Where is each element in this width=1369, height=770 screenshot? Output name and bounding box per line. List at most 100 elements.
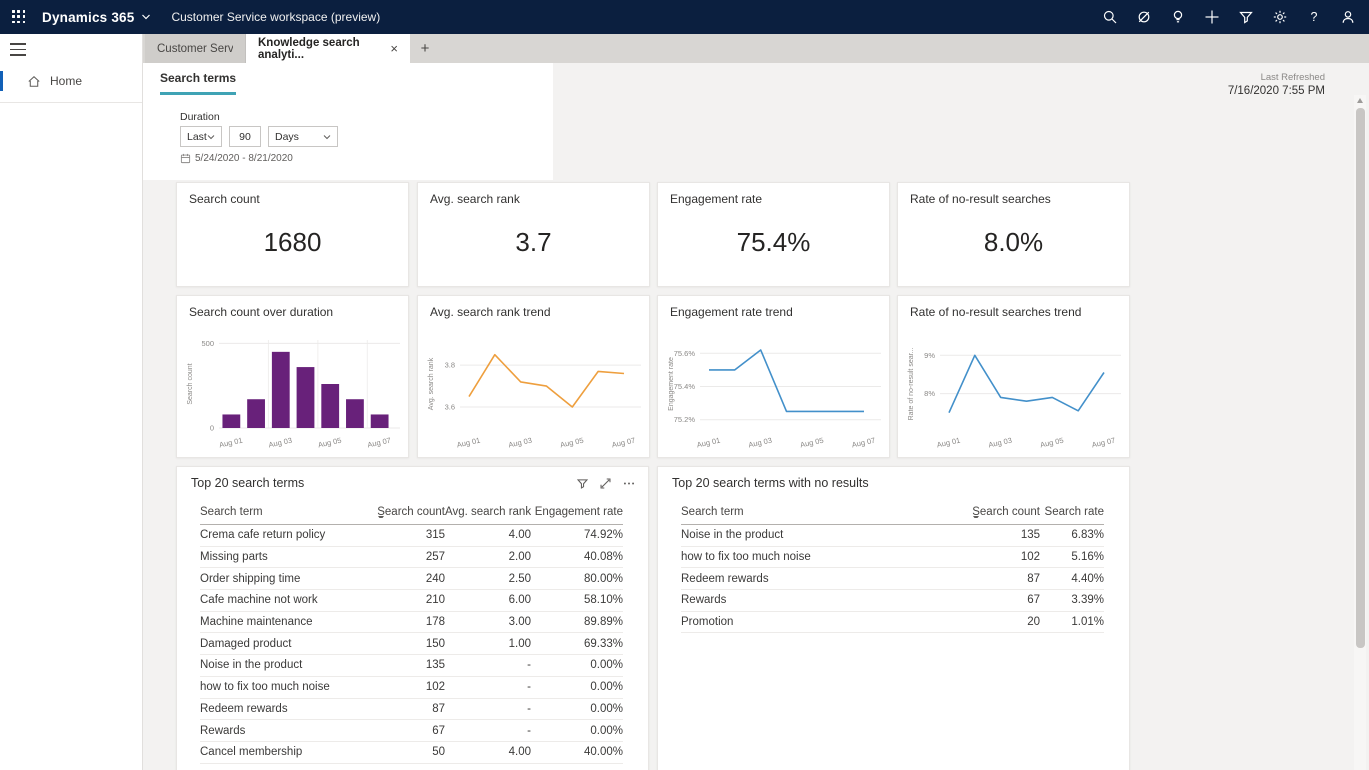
- filter-icon[interactable]: [576, 477, 589, 490]
- table-cell: -: [445, 725, 531, 737]
- table-cell: 89.89%: [531, 616, 623, 628]
- scrollbar-thumb[interactable]: [1356, 108, 1365, 648]
- svg-text:Aug 07: Aug 07: [1091, 436, 1116, 450]
- table-card: Top 20 search terms with no resultsSearc…: [657, 466, 1130, 770]
- table-cell: Rewards: [681, 594, 968, 606]
- data-table: Search termSearch countSearch rateNoise …: [681, 499, 1104, 633]
- svg-text:Search count: Search count: [187, 363, 194, 404]
- svg-text:0: 0: [210, 424, 214, 433]
- table-cell: how to fix too much noise: [200, 681, 373, 693]
- circle-slash-icon[interactable]: [1135, 8, 1153, 26]
- account-icon[interactable]: [1339, 8, 1357, 26]
- svg-text:9%: 9%: [924, 351, 935, 360]
- app-name[interactable]: Customer Service workspace (preview): [171, 10, 380, 24]
- chart-title: Rate of no-result searches trend: [910, 305, 1081, 319]
- table-cell: 20: [968, 616, 1040, 628]
- quick-create-icon[interactable]: [1203, 8, 1221, 26]
- table-row: Machine maintenance1783.0089.89%: [200, 612, 623, 634]
- table-cell: Cafe machine not work: [200, 594, 373, 606]
- site-map-sidebar: Home: [0, 34, 143, 770]
- svg-text:Aug 05: Aug 05: [799, 436, 824, 450]
- table-cell: -: [445, 659, 531, 671]
- table-row: Noise in the product135-0.00%: [200, 655, 623, 677]
- table-cell: 5.16%: [1040, 551, 1104, 563]
- tab-knowledge-search-analytics[interactable]: Knowledge search analyti... ×: [246, 34, 410, 63]
- brand-title[interactable]: Dynamics 365: [42, 10, 134, 25]
- date-range: 5/24/2020 - 8/21/2020: [180, 153, 293, 164]
- kpi-card: Rate of no-result searches8.0%: [897, 182, 1130, 287]
- date-range-text: 5/24/2020 - 8/21/2020: [195, 153, 293, 164]
- table-cell: 80.00%: [531, 573, 623, 585]
- table-row: Noise in the product1356.83%: [681, 525, 1104, 547]
- search-icon[interactable]: [1101, 8, 1119, 26]
- kpi-value: 1680: [177, 227, 408, 258]
- table-cell: 67: [968, 594, 1040, 606]
- column-header[interactable]: Search term: [200, 506, 373, 518]
- table-row: how to fix too much noise102-0.00%: [200, 677, 623, 699]
- column-header[interactable]: Search term: [681, 506, 968, 518]
- add-tab-button[interactable]: +: [410, 34, 440, 63]
- help-icon[interactable]: ?: [1305, 8, 1323, 26]
- table-cell: 2.50: [445, 573, 531, 585]
- table-cell: 4.00: [445, 529, 531, 541]
- table-cell: 50: [373, 746, 445, 758]
- selected-accent-bar: [0, 71, 3, 91]
- chart-card: Avg. search rank trend3.83.6Aug 01Aug 03…: [417, 295, 650, 458]
- table-cell: -: [445, 681, 531, 693]
- chevron-down-icon[interactable]: [141, 13, 151, 21]
- table-cell: Noise in the product: [200, 659, 373, 671]
- tab-label: Customer Service ...: [157, 43, 233, 55]
- table-cell: Redeem rewards: [200, 703, 373, 715]
- settings-gear-icon[interactable]: [1271, 8, 1289, 26]
- table-cell: 58.10%: [531, 594, 623, 606]
- svg-text:Aug 03: Aug 03: [988, 436, 1013, 450]
- table-row: Missing parts2572.0040.08%: [200, 547, 623, 569]
- svg-text:Aug 07: Aug 07: [851, 436, 876, 450]
- chart-plot: 75.6%75.4%75.2%Aug 01Aug 03Aug 05Aug 07E…: [664, 332, 885, 452]
- column-header[interactable]: Avg. search rank: [445, 506, 531, 518]
- chart-plot: 3.83.6Aug 01Aug 03Aug 05Aug 07Avg. searc…: [424, 332, 645, 452]
- hamburger-menu-icon[interactable]: [10, 43, 26, 56]
- sidebar-item-home[interactable]: Home: [0, 70, 142, 92]
- table-cell: 6.00: [445, 594, 531, 606]
- vertical-scrollbar[interactable]: [1354, 95, 1366, 770]
- duration-value-input[interactable]: 90: [229, 126, 261, 147]
- duration-unit-dropdown[interactable]: Days: [268, 126, 338, 147]
- svg-text:500: 500: [201, 339, 214, 348]
- svg-text:Aug 05: Aug 05: [1039, 436, 1064, 450]
- column-header[interactable]: Search count: [968, 506, 1040, 518]
- duration-controls: Last 90 Days: [180, 126, 338, 147]
- table-row: Redeem rewards874.40%: [681, 568, 1104, 590]
- tab-customer-service[interactable]: Customer Service ...: [145, 34, 246, 63]
- duration-type-value: Last: [187, 131, 207, 143]
- close-icon[interactable]: ×: [390, 41, 398, 56]
- kpi-title: Search count: [189, 192, 260, 206]
- table-cell: 1.00: [445, 638, 531, 650]
- duration-label: Duration: [180, 111, 220, 123]
- table-header-row: Search termSearch countSearch rate: [681, 499, 1104, 525]
- lightbulb-icon[interactable]: [1169, 8, 1187, 26]
- tab-search-terms[interactable]: Search terms: [160, 71, 236, 95]
- duration-type-dropdown[interactable]: Last: [180, 126, 222, 147]
- column-header[interactable]: Search count: [373, 506, 445, 518]
- chart-plot: 9%8%Aug 01Aug 03Aug 05Aug 07Rate of no-r…: [904, 332, 1125, 452]
- table-cell: 67: [373, 725, 445, 737]
- app-launcher-icon[interactable]: [12, 10, 26, 24]
- table-cell: 40.00%: [531, 746, 623, 758]
- table-row: Cafe machine not work2106.0058.10%: [200, 590, 623, 612]
- scroll-up-icon[interactable]: [1357, 98, 1363, 103]
- kpi-card: Search count 1680: [176, 182, 409, 287]
- table-cell: 74.92%: [531, 529, 623, 541]
- table-cell: 0.00%: [531, 725, 623, 737]
- more-options-icon[interactable]: [622, 477, 636, 490]
- table-cell: 87: [968, 573, 1040, 585]
- svg-text:75.4%: 75.4%: [674, 382, 696, 391]
- filter-icon[interactable]: [1237, 8, 1255, 26]
- focus-mode-icon[interactable]: [599, 477, 612, 490]
- chevron-down-icon: [323, 134, 331, 140]
- column-header[interactable]: Search rate: [1040, 506, 1104, 518]
- table-header-row: Search termSearch countAvg. search rankE…: [200, 499, 623, 525]
- column-header[interactable]: Engagement rate: [531, 506, 623, 518]
- svg-text:Aug 03: Aug 03: [268, 436, 293, 450]
- home-icon: [27, 75, 41, 88]
